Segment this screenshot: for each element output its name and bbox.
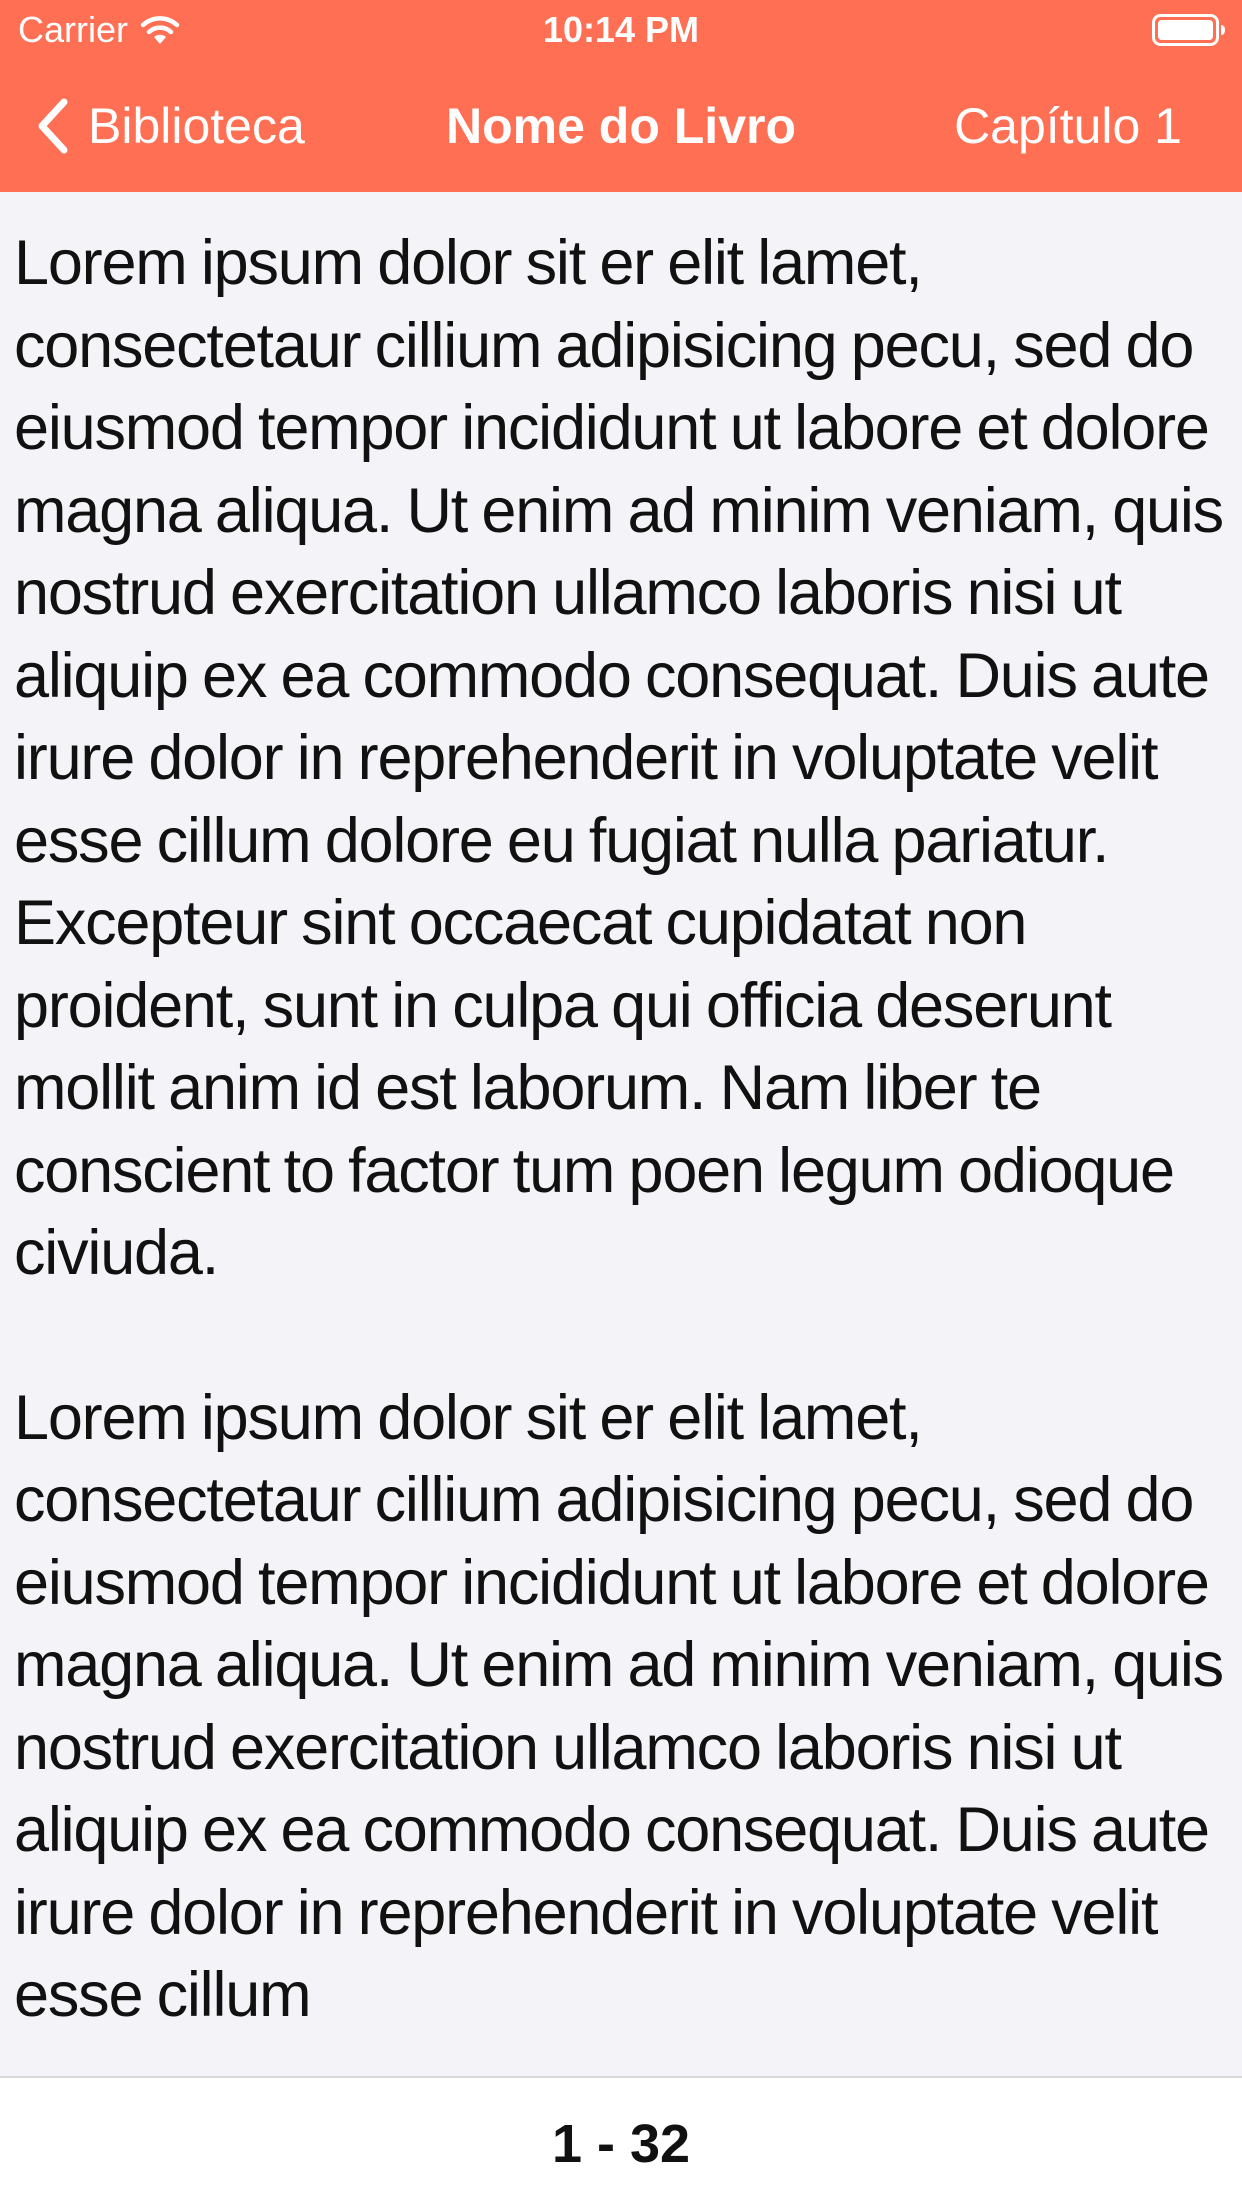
status-bar: Carrier 10:14 PM [0,0,1242,60]
paragraph: Lorem ipsum dolor sit er elit lamet, con… [14,1382,1224,2031]
chapter-button[interactable]: Capítulo 1 [954,96,1182,156]
footer-bar: 1 - 32 [0,2076,1242,2208]
battery-icon [1152,14,1225,46]
paragraph: Lorem ipsum dolor sit er elit lamet, con… [14,228,1224,1288]
app-header: Carrier 10:14 PM Biblioteca Nome do Livr… [0,0,1242,192]
text-container: Lorem ipsum dolor sit er elit lamet, con… [0,192,1242,2037]
navigation-bar: Biblioteca Nome do Livro Capítulo 1 [0,60,1242,192]
reading-area[interactable]: Lorem ipsum dolor sit er elit lamet, con… [0,192,1242,2076]
page-indicator: 1 - 32 [551,2114,691,2174]
status-time: 10:14 PM [542,9,700,50]
